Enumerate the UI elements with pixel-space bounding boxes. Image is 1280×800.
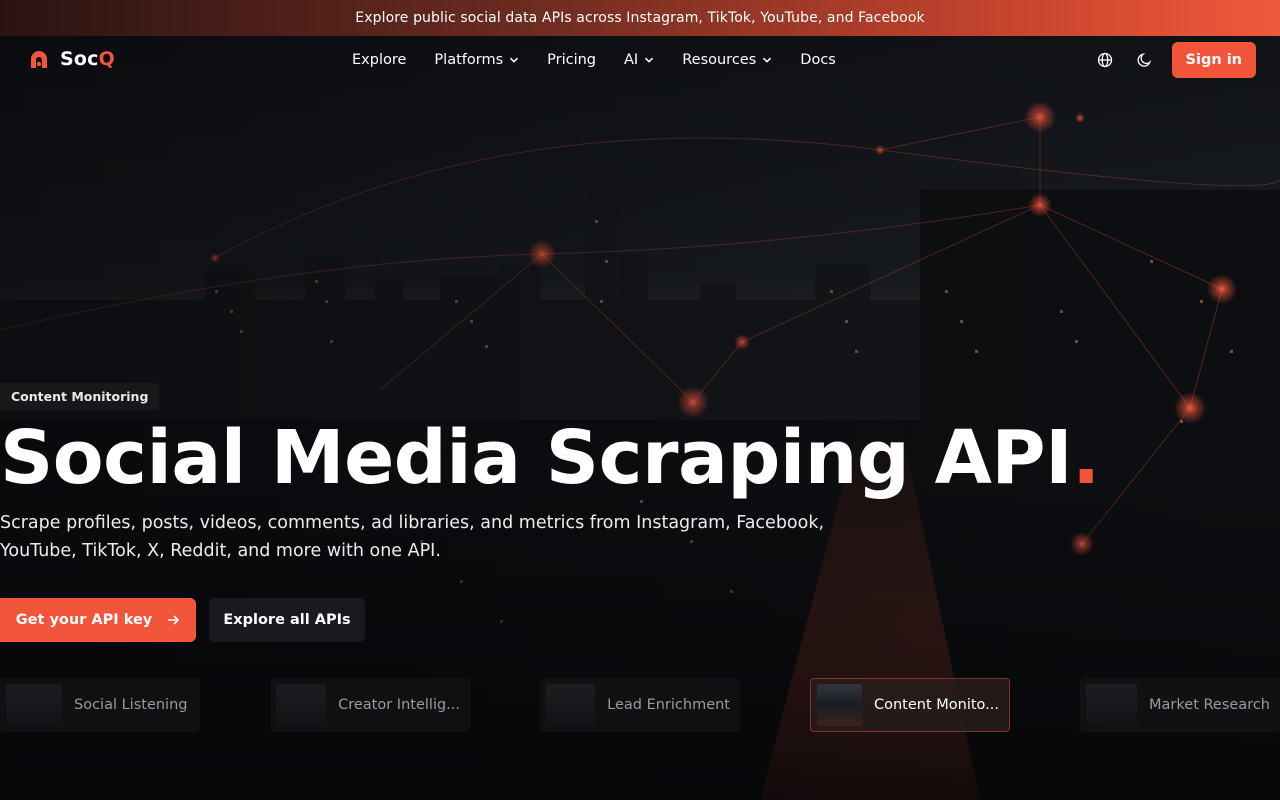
nav-item-docs[interactable]: Docs: [800, 52, 836, 68]
use-case-tab-social-listening[interactable]: Social Listening: [0, 678, 200, 732]
hero-title: Social Media Scraping API.: [0, 415, 1100, 501]
language-button[interactable]: [1092, 47, 1118, 73]
moon-icon: [1137, 53, 1150, 67]
brand-mark-icon: [31, 51, 47, 68]
use-case-tab-creator-intelligence[interactable]: Creator Intellig...: [270, 678, 470, 732]
nav-item-explore[interactable]: Explore: [352, 52, 406, 68]
arrow-right-icon: [168, 615, 180, 625]
use-case-tab-market-research[interactable]: Market Research: [1080, 678, 1280, 732]
chevron-down-icon: [645, 57, 654, 63]
explore-apis-button[interactable]: Explore all APIs: [209, 598, 365, 642]
brand-name: SocQ: [60, 48, 115, 70]
use-case-thumbnail: [1086, 684, 1138, 726]
use-case-badge: Content Monitoring: [0, 383, 160, 410]
top-navigation: SocQ Explore Platforms Pricing AI Resour…: [0, 36, 1280, 84]
nav-actions: Sign in: [1092, 42, 1256, 78]
chevron-down-icon: [763, 57, 772, 63]
hero-subtitle: Scrape profiles, posts, videos, comments…: [0, 513, 825, 561]
theme-toggle-button[interactable]: [1132, 47, 1158, 73]
globe-icon: [1097, 52, 1112, 68]
announcement-text: Explore public social data APIs across I…: [355, 10, 925, 26]
use-case-thumbnail: [546, 684, 596, 726]
use-case-thumbnail: [6, 684, 62, 726]
brand-logo[interactable]: SocQ: [28, 48, 115, 70]
nav-item-ai[interactable]: AI: [624, 52, 654, 68]
chevron-down-icon: [510, 57, 519, 63]
use-case-tab-lead-enrichment[interactable]: Lead Enrichment: [540, 678, 740, 732]
nav-item-resources[interactable]: Resources: [682, 52, 772, 68]
use-case-thumbnail: [276, 684, 327, 726]
nav-item-pricing[interactable]: Pricing: [547, 52, 596, 68]
announcement-bar[interactable]: Explore public social data APIs across I…: [0, 0, 1280, 36]
get-api-key-button[interactable]: Get your API key: [0, 598, 196, 642]
use-case-tab-content-monitoring[interactable]: Content Monito...: [810, 678, 1010, 732]
nav-links: Explore Platforms Pricing AI Resources D…: [352, 36, 836, 84]
nav-item-platforms[interactable]: Platforms: [434, 52, 519, 68]
use-case-carousel: Social Listening Creator Intellig... Lea…: [0, 678, 1280, 732]
use-case-thumbnail: [817, 684, 862, 726]
sign-in-button[interactable]: Sign in: [1171, 42, 1256, 78]
